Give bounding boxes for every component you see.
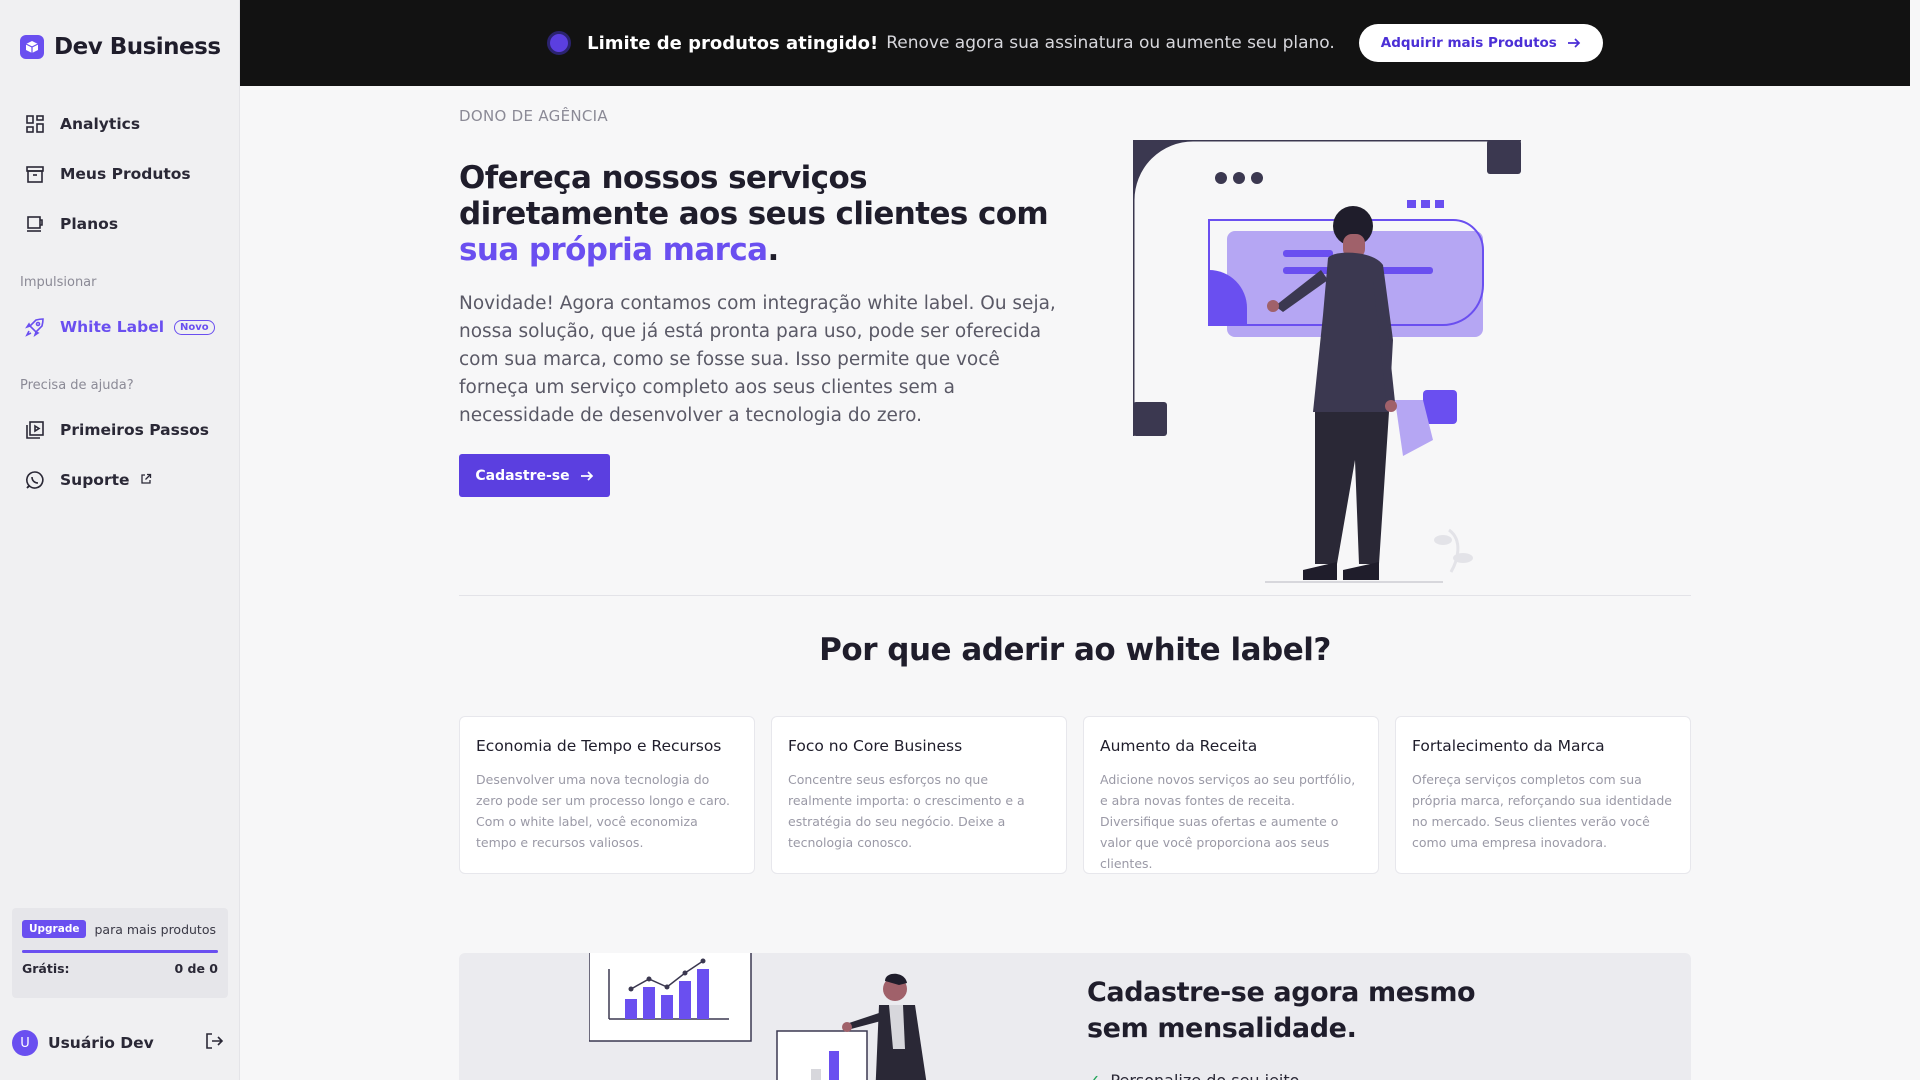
card-text: Ofereça serviços completos com sua própr… xyxy=(1412,772,1672,850)
external-link-icon xyxy=(140,471,152,489)
logout-icon[interactable] xyxy=(204,1031,224,1055)
brand-name: Dev Business xyxy=(54,34,221,60)
usage-bar xyxy=(22,950,218,953)
arrow-right-icon xyxy=(1567,38,1581,48)
sidebar-item-label: Meus Produtos xyxy=(60,165,191,183)
play-book-icon xyxy=(24,419,46,441)
hero-description: Novidade! Agora contamos com integração … xyxy=(459,293,1056,426)
benefit-card: Economia de Tempo e Recursos Desenvolver… xyxy=(459,716,755,874)
status-dot-icon xyxy=(547,31,572,55)
benefit-cards: Economia de Tempo e Recursos Desenvolver… xyxy=(459,716,1691,874)
divider xyxy=(459,595,1691,596)
archive-icon xyxy=(24,163,46,185)
sidebar-item-label: White Label xyxy=(60,318,165,336)
upgrade-text: para mais produtos xyxy=(94,921,216,937)
hero-title: Ofereça nossos serviços diretamente aos … xyxy=(459,160,1059,268)
benefit-card: Aumento da Receita Adicione novos serviç… xyxy=(1083,716,1379,874)
sidebar-item-label: Analytics xyxy=(60,115,141,133)
feature-label: Personalize do seu jeito xyxy=(1110,1071,1299,1080)
sidebar-item-planos[interactable]: Planos xyxy=(24,213,118,235)
signup-feature-item: ✓ Personalize do seu jeito xyxy=(1087,1071,1299,1080)
box-icon xyxy=(20,35,44,59)
scrollbar[interactable] xyxy=(1910,0,1920,880)
plan-label: Grátis: xyxy=(22,961,70,976)
sidebar-item-label: Planos xyxy=(60,215,119,233)
brand[interactable]: Dev Business xyxy=(20,34,221,60)
eyebrow: DONO DE AGÊNCIA xyxy=(459,107,608,125)
sidebar-item-suporte[interactable]: Suporte xyxy=(24,469,152,491)
card-text: Desenvolver uma nova tecnologia do zero … xyxy=(476,772,731,850)
avatar: U xyxy=(12,1030,38,1056)
card-text: Adicione novos serviços ao seu portfólio… xyxy=(1100,772,1356,871)
hero-title-accent: sua própria marca xyxy=(459,232,768,268)
benefit-card: Foco no Core Business Concentre seus esf… xyxy=(771,716,1067,874)
hero-illustration xyxy=(1133,140,1521,583)
upgrade-button[interactable]: Upgrade xyxy=(22,920,87,938)
user-profile[interactable]: U Usuário Dev xyxy=(12,1030,154,1056)
upgrade-card: Upgrade para mais produtos Grátis: 0 de … xyxy=(12,908,228,998)
rocket-icon xyxy=(24,316,46,338)
usage-bar-fill xyxy=(22,950,218,953)
sidebar-item-label: Primeiros Passos xyxy=(60,421,209,439)
buy-more-products-button[interactable]: Adquirir mais Produtos xyxy=(1358,24,1603,62)
button-label: Cadastre-se xyxy=(475,467,570,484)
sidebar-item-meus-produtos[interactable]: Meus Produtos xyxy=(24,163,191,185)
card-title: Foco no Core Business xyxy=(788,737,963,755)
check-icon: ✓ xyxy=(1087,1071,1100,1080)
sidebar-item-white-label[interactable]: White Label Novo xyxy=(24,316,215,338)
whatsapp-icon xyxy=(24,469,46,491)
benefit-card: Fortalecimento da Marca Ofereça serviços… xyxy=(1395,716,1691,874)
sidebar-item-analytics[interactable]: Analytics xyxy=(24,113,140,135)
banner-text: Renove agora sua assinatura ou aumente s… xyxy=(886,33,1335,53)
sidebar-item-label: Suporte xyxy=(60,471,130,489)
hero-title-text: Ofereça nossos serviços diretamente aos … xyxy=(459,160,1049,232)
grid-icon xyxy=(24,113,46,135)
section-label-ajuda: Precisa de ajuda? xyxy=(20,378,134,393)
card-title: Aumento da Receita xyxy=(1100,737,1258,755)
card-title: Economia de Tempo e Recursos xyxy=(476,737,722,755)
user-name: Usuário Dev xyxy=(48,1034,154,1052)
signup-panel: Cadastre-se agora mesmo sem mensalidade.… xyxy=(459,953,1691,1080)
user-row: U Usuário Dev xyxy=(12,1030,224,1056)
hero-title-end: . xyxy=(767,232,779,268)
sidebar: Dev Business Analytics Meus Produtos Pla… xyxy=(0,0,240,1080)
signup-title: Cadastre-se agora mesmo sem mensalidade. xyxy=(1087,977,1476,1044)
cup-icon xyxy=(24,213,46,235)
card-title: Fortalecimento da Marca xyxy=(1412,737,1605,755)
limit-banner: Limite de produtos atingido! Renove agor… xyxy=(240,0,1910,86)
signup-button[interactable]: Cadastre-se xyxy=(459,454,610,497)
banner-title: Limite de produtos atingido! xyxy=(587,32,879,54)
analytics-illustration xyxy=(589,953,927,1080)
section-label-impulsionar: Impulsionar xyxy=(20,275,97,290)
arrow-right-icon xyxy=(580,470,593,481)
sidebar-item-primeiros-passos[interactable]: Primeiros Passos xyxy=(24,419,209,441)
section-title: Por que aderir ao white label? xyxy=(819,632,1331,668)
card-text: Concentre seus esforços no que realmente… xyxy=(788,772,1025,850)
new-badge: Novo xyxy=(174,319,215,335)
usage-count: 0 de 0 xyxy=(174,961,218,976)
button-label: Adquirir mais Produtos xyxy=(1380,35,1557,51)
